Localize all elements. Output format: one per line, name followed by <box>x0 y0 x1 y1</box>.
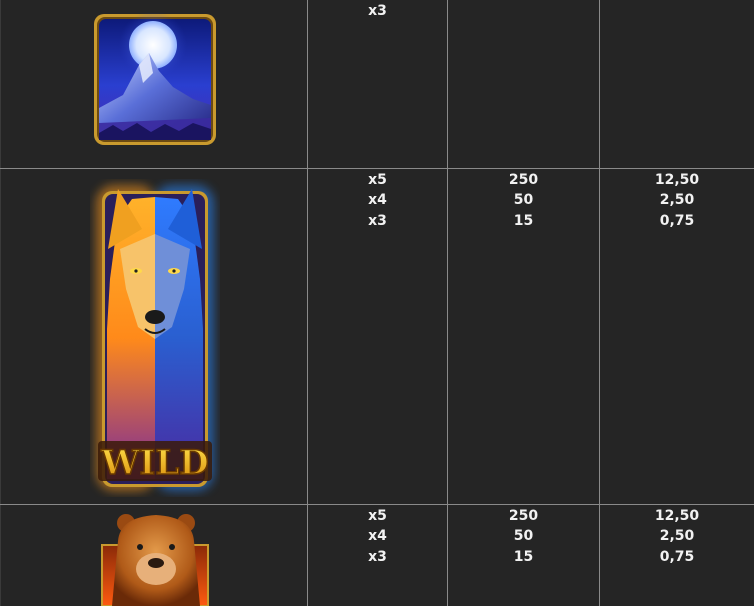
multiplier-value: x4 <box>368 528 387 544</box>
payout-value: 50 <box>513 192 534 208</box>
multiplier-column: x5 x4 x3 <box>308 505 447 606</box>
payout-column-a: 250 50 15 <box>448 505 599 606</box>
payout-column-b: 12,50 2,50 0,75 <box>600 169 754 504</box>
payout-value: 250 <box>508 172 539 188</box>
multiplier-value: x4 <box>368 192 387 208</box>
payout-value: 15 <box>513 549 534 565</box>
multiplier-value: x5 <box>368 508 387 524</box>
paytable: x3 WILD x5 x4 x3 250 50 15 12,50 2,50 0,… <box>0 0 754 606</box>
payout-value: 0,75 <box>659 213 695 229</box>
multiplier-value: x3 <box>368 213 387 229</box>
payout-value: 250 <box>508 508 539 524</box>
payout-value: 50 <box>513 528 534 544</box>
paytable-row-bear: x5 x4 x3 250 50 15 12,50 2,50 0,75 <box>0 505 754 606</box>
multiplier-value: x5 <box>368 172 387 188</box>
multiplier-value: x3 <box>368 3 387 19</box>
multiplier-column: x3 <box>308 0 447 168</box>
payout-column-a: 250 50 15 <box>448 169 599 504</box>
bear-icon <box>100 511 210 606</box>
paytable-row-mountain: x3 <box>0 0 754 169</box>
payout-value: 0,75 <box>659 549 695 565</box>
multiplier-column: x5 x4 x3 <box>308 169 447 504</box>
wild-label: WILD <box>100 443 208 483</box>
payout-column-b: 12,50 2,50 0,75 <box>600 505 754 606</box>
mountain-moon-icon <box>93 13 217 146</box>
multiplier-value: x3 <box>368 549 387 565</box>
wild-wolf-icon: WILD <box>90 179 220 497</box>
payout-value: 15 <box>513 213 534 229</box>
paytable-row-wild-wolf: WILD x5 x4 x3 250 50 15 12,50 2,50 0,75 <box>0 169 754 505</box>
payout-value: 2,50 <box>659 192 695 208</box>
payout-value: 12,50 <box>654 508 700 524</box>
payout-column-a <box>448 0 599 168</box>
payout-value: 12,50 <box>654 172 700 188</box>
payout-column-b <box>600 0 754 168</box>
payout-value: 2,50 <box>659 528 695 544</box>
